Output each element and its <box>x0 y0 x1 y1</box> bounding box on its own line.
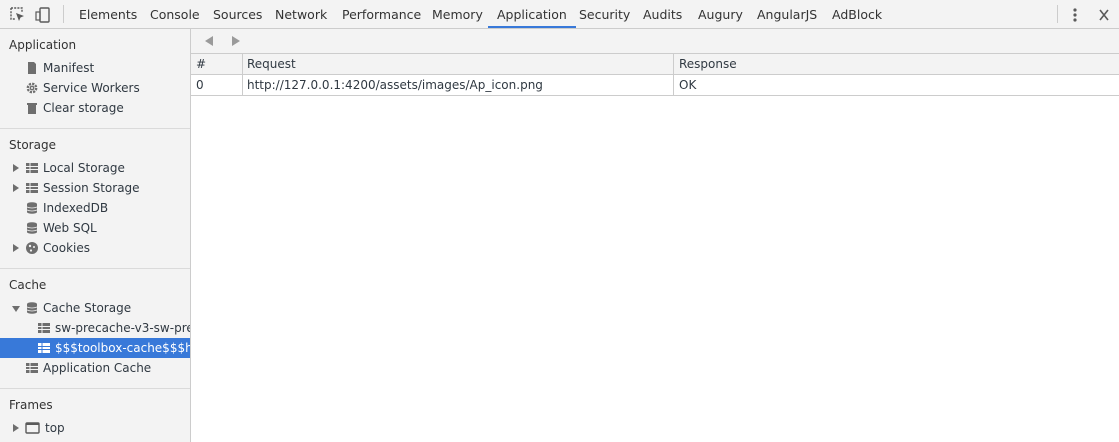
grid-icon <box>25 181 39 195</box>
sidebar-item-service-workers[interactable]: Service Workers <box>0 78 190 98</box>
tab-adblock[interactable]: AdBlock <box>832 0 882 28</box>
section-divider <box>0 128 190 129</box>
sidebar-item-label: top <box>45 421 65 435</box>
column-header-number[interactable]: # <box>191 54 242 75</box>
tab-security[interactable]: Security <box>579 0 630 28</box>
section-divider <box>0 268 190 269</box>
tab-performance[interactable]: Performance <box>342 0 421 28</box>
tab-memory[interactable]: Memory <box>432 0 483 28</box>
trash-icon <box>25 101 39 115</box>
section-divider <box>0 388 190 389</box>
cell-response: OK <box>679 78 697 92</box>
gear-icon <box>25 81 39 95</box>
sidebar-item-label: IndexedDB <box>43 201 109 215</box>
document-icon <box>25 61 39 75</box>
column-header-request[interactable]: Request <box>242 54 674 75</box>
database-icon <box>25 201 39 215</box>
tab-angularjs[interactable]: AngularJS <box>757 0 817 28</box>
sidebar-item-label: Session Storage <box>43 181 140 195</box>
sidebar-item-application-cache[interactable]: Application Cache <box>0 358 190 378</box>
sidebar-item-label: Clear storage <box>43 101 124 115</box>
expand-arrow-icon[interactable] <box>13 164 19 172</box>
column-divider <box>673 54 674 96</box>
cache-entries-panel: # Request Response 0 http://127.0.0.1:42… <box>191 29 1119 442</box>
table-row[interactable]: 0 http://127.0.0.1:4200/assets/images/Ap… <box>191 75 1119 96</box>
tab-application[interactable]: Application <box>488 0 576 28</box>
cache-nav-bar <box>191 29 1119 54</box>
sidebar-item-web-sql[interactable]: Web SQL <box>0 218 190 238</box>
grid-icon <box>25 361 39 375</box>
device-toggle-icon[interactable] <box>34 6 52 24</box>
sidebar-item-cache-storage[interactable]: Cache Storage <box>0 298 190 318</box>
tab-elements[interactable]: Elements <box>79 0 137 28</box>
sidebar-item-label: Web SQL <box>43 221 97 235</box>
devtools-tab-bar: Elements Console Sources Network Perform… <box>0 0 1119 29</box>
application-sidebar: Application Manifest Service Workers Cle… <box>0 29 191 442</box>
sidebar-item-sw-precache[interactable]: sw-precache-v3-sw-precache-http <box>0 318 190 338</box>
sidebar-item-label: Cookies <box>43 241 90 255</box>
sidebar-item-indexeddb[interactable]: IndexedDB <box>0 198 190 218</box>
frame-icon <box>25 421 40 435</box>
sidebar-item-label: Service Workers <box>43 81 140 95</box>
inspect-element-icon[interactable] <box>9 6 27 24</box>
previous-page-icon[interactable] <box>203 35 215 47</box>
toolbar-divider <box>63 5 64 23</box>
cell-number: 0 <box>196 78 204 92</box>
sidebar-item-session-storage[interactable]: Session Storage <box>0 178 190 198</box>
sidebar-item-manifest[interactable]: Manifest <box>0 58 190 78</box>
section-title-storage: Storage <box>9 138 56 152</box>
sidebar-item-toolbox-cache[interactable]: $$$toolbox-cache$$$http <box>0 338 190 358</box>
sidebar-item-label: Cache Storage <box>43 301 132 315</box>
more-options-icon[interactable] <box>1068 6 1082 24</box>
sidebar-item-cookies[interactable]: Cookies <box>0 238 190 258</box>
section-title-application: Application <box>9 38 77 52</box>
cookie-icon <box>25 241 39 255</box>
sidebar-item-frame-top[interactable]: top <box>0 418 190 438</box>
sidebar-item-local-storage[interactable]: Local Storage <box>0 158 190 178</box>
table-header: # Request Response <box>191 54 1119 75</box>
database-icon <box>25 221 39 235</box>
database-icon <box>25 301 39 315</box>
sidebar-item-label: Application Cache <box>43 361 152 375</box>
expand-arrow-icon[interactable] <box>13 424 19 432</box>
tab-sources[interactable]: Sources <box>213 0 262 28</box>
column-divider <box>242 54 243 96</box>
section-title-frames: Frames <box>9 398 53 412</box>
close-icon[interactable] <box>1097 6 1111 24</box>
expand-arrow-icon[interactable] <box>13 184 19 192</box>
tab-audits[interactable]: Audits <box>643 0 682 28</box>
sidebar-item-label: sw-precache-v3-sw-precache-http <box>55 321 190 335</box>
tab-network[interactable]: Network <box>275 0 327 28</box>
tab-augury[interactable]: Augury <box>698 0 743 28</box>
grid-icon <box>37 321 51 335</box>
next-page-icon[interactable] <box>230 35 242 47</box>
toolbar-divider <box>1057 5 1058 23</box>
sidebar-item-label: $$$toolbox-cache$$$http <box>55 341 190 355</box>
collapse-arrow-icon[interactable] <box>12 306 20 312</box>
cell-request: http://127.0.0.1:4200/assets/images/Ap_i… <box>247 78 543 92</box>
grid-icon <box>25 161 39 175</box>
grid-icon <box>37 341 51 355</box>
sidebar-item-clear-storage[interactable]: Clear storage <box>0 98 190 118</box>
column-header-response[interactable]: Response <box>674 54 1119 75</box>
sidebar-item-label: Manifest <box>43 61 95 75</box>
sidebar-item-label: Local Storage <box>43 161 125 175</box>
expand-arrow-icon[interactable] <box>13 244 19 252</box>
tab-console[interactable]: Console <box>150 0 200 28</box>
section-title-cache: Cache <box>9 278 47 292</box>
